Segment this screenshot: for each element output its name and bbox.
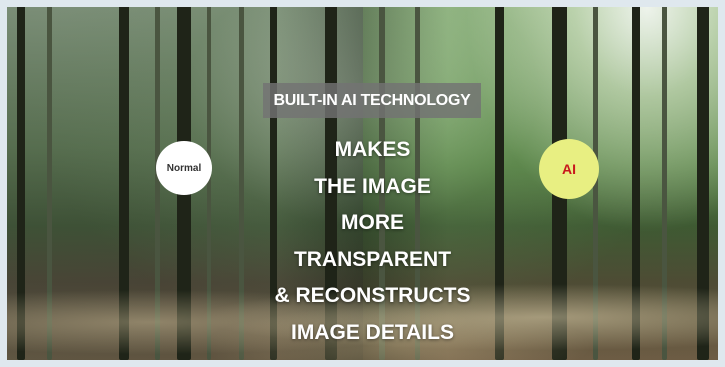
tagline: MAKES THE IMAGE MORE TRANSPARENT & RECON…: [220, 132, 525, 352]
ai-badge: AI: [539, 139, 599, 199]
tagline-line: THE IMAGE: [314, 174, 431, 198]
tagline-line: & RECONSTRUCTS: [274, 284, 471, 308]
tagline-line: TRANSPARENT: [293, 247, 452, 271]
normal-badge: Normal: [156, 141, 212, 195]
tagline-line: MAKES: [334, 138, 411, 161]
headline-label: BUILT-IN AI TECHNOLOGY: [263, 83, 481, 118]
tagline-line: MORE: [341, 211, 404, 235]
tagline-line: IMAGE DETAILS: [291, 320, 454, 344]
